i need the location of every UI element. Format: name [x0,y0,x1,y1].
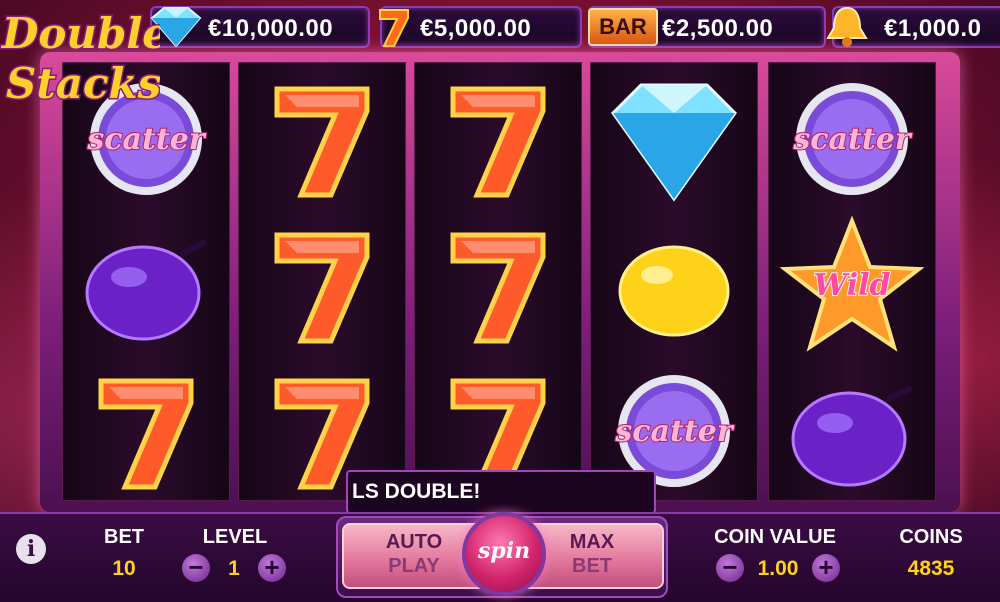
jackpot-diamond: €10,000.00 [150,6,370,48]
message-text: LS DOUBLE! [352,480,481,503]
reel-4: scatter [590,62,758,501]
coin-value-label: COIN VALUE [714,526,836,548]
svg-text:scatter: scatter [792,122,912,157]
coins-value: 4835 [907,557,955,580]
reel-5: scatter Wild [768,62,936,501]
reel-2 [238,62,406,501]
plum-symbol [791,386,912,487]
jackpot-value: €10,000.00 [208,15,334,42]
level-plus-button[interactable]: + [258,554,286,582]
jackpot-seven: €5,000.00 [379,6,582,48]
bell-icon [826,6,868,47]
spin-button[interactable]: spin [462,512,546,596]
coin-value-minus-button[interactable]: − [716,554,744,582]
plum-symbol [85,240,206,341]
jackpot-value: €1,000.0 [884,15,982,42]
coin-value: 1.00 [757,557,799,580]
svg-text:Stacks: Stacks [6,59,160,108]
jackpot-bell: €1,000.0 [826,6,1000,48]
svg-text:Wild: Wild [814,268,891,303]
jackpot-bar-symbol: BAR €2,500.00 [588,6,826,48]
seven-symbol [274,232,370,344]
svg-text:Double: Double [1,9,160,58]
level-minus-button[interactable]: − [182,554,210,582]
bet-label: BET [104,526,144,548]
level-label: LEVEL [202,526,268,548]
lemon-symbol [618,245,730,337]
jackpot-value: €5,000.00 [420,15,532,42]
diamond-symbol [611,83,737,202]
spin-label: spin [477,538,531,564]
seven-symbol [450,86,546,198]
level-value: 1 [228,557,240,580]
message-bar: LS DOUBLE! [346,470,656,514]
svg-text:scatter: scatter [614,414,734,449]
seven-symbol [274,86,370,198]
info-button[interactable]: i [16,534,46,564]
coins-label: COINS [899,526,963,548]
reel-1: scatter [62,62,230,501]
jackpot-value: €2,500.00 [662,15,774,42]
bet-value: 10 [112,557,136,580]
seven-symbol [98,378,194,490]
scatter-symbol: scatter [791,83,914,195]
reel-3 [414,62,582,501]
seven-icon [379,9,409,47]
double-stacks-logo: Double Stacks [0,8,160,110]
svg-text:scatter: scatter [86,122,206,157]
wild-symbol: Wild [779,215,925,352]
coin-value-plus-button[interactable]: + [812,554,840,582]
seven-symbol [450,232,546,344]
bar-icon: BAR [588,8,658,46]
